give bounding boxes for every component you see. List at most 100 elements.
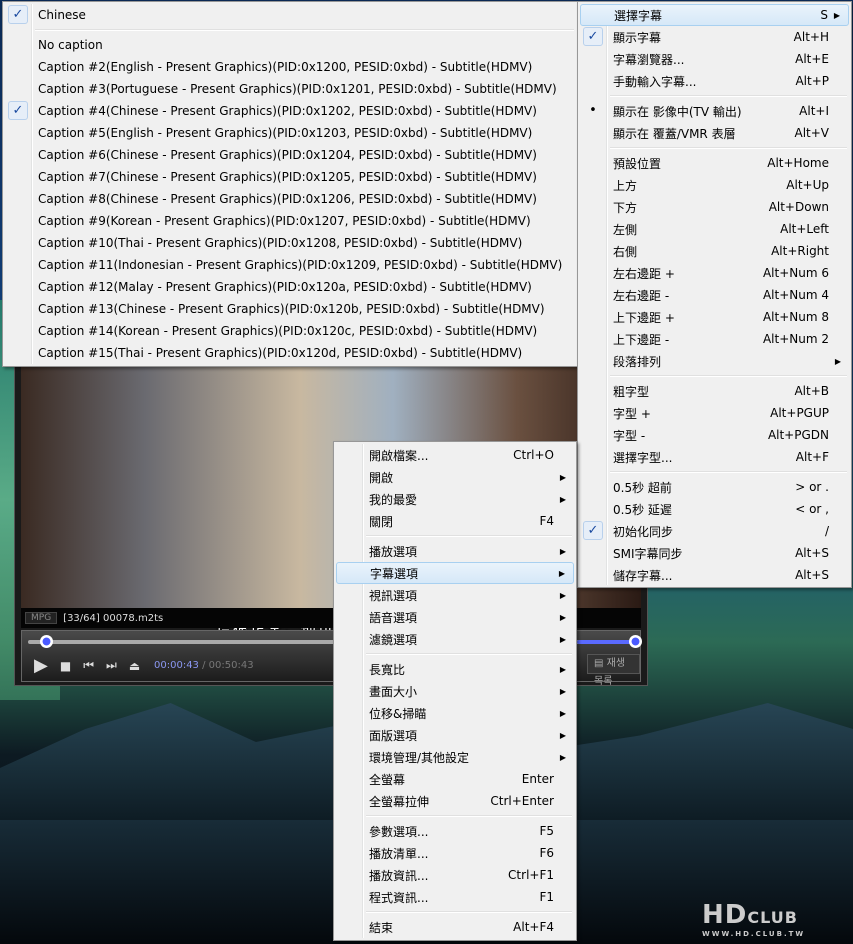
menu-separator xyxy=(336,532,574,540)
menu-item[interactable]: 上方 Alt+Up xyxy=(580,174,849,196)
menu-item-label: Caption #11(Indonesian - Present Graphic… xyxy=(38,258,563,272)
menu-item-shortcut: < or , xyxy=(795,502,829,516)
menu-item[interactable]: 右側 Alt+Right xyxy=(580,240,849,262)
menu-item[interactable]: 手動輸入字幕... Alt+P xyxy=(580,70,849,92)
menu-item[interactable]: Caption #2(English - Present Graphics)(P… xyxy=(5,56,576,78)
menu-item[interactable]: 播放清單... F6 xyxy=(336,842,574,864)
menu-item-label: Caption #15(Thai - Present Graphics)(PID… xyxy=(38,346,523,360)
menu-item[interactable]: 開啟 ▶ xyxy=(336,466,574,488)
menu-item[interactable]: Caption #13(Chinese - Present Graphics)(… xyxy=(5,298,576,320)
menu-item[interactable]: 選擇字幕 S ▶ xyxy=(580,4,849,26)
menu-item[interactable]: 畫面大小 ▶ xyxy=(336,680,574,702)
menu-item[interactable]: 左右邊距 - Alt+Num 4 xyxy=(580,284,849,306)
menu-item[interactable]: 下方 Alt+Down xyxy=(580,196,849,218)
menu-item[interactable]: Caption #12(Malay - Present Graphics)(PI… xyxy=(5,276,576,298)
eject-icon[interactable]: ⏏ xyxy=(129,659,140,673)
menu-item-label: Caption #10(Thai - Present Graphics)(PID… xyxy=(38,236,523,250)
menu-item[interactable]: ✓ Chinese xyxy=(5,4,576,26)
menu-item[interactable]: ✓ 初始化同步 / xyxy=(580,520,849,542)
menu-item[interactable]: Caption #6(Chinese - Present Graphics)(P… xyxy=(5,144,576,166)
menu-item[interactable]: 0.5秒 延遲 < or , xyxy=(580,498,849,520)
caption-select-menu: ✓ Chinese No caption Caption #2(English - P… xyxy=(2,1,579,367)
menu-item[interactable]: Caption #10(Thai - Present Graphics)(PID… xyxy=(5,232,576,254)
menu-item[interactable]: 左右邊距 + Alt+Num 6 xyxy=(580,262,849,284)
menu-item[interactable]: • 顯示在 影像中(TV 輸出) Alt+I xyxy=(580,100,849,122)
menu-item-label: Caption #5(English - Present Graphics)(P… xyxy=(38,126,533,140)
menu-item[interactable]: 段落排列 ▶ xyxy=(580,350,849,372)
menu-item-label: 0.5秒 延遲 xyxy=(613,502,672,517)
menu-item-label: 左右邊距 - xyxy=(613,288,670,303)
menu-item[interactable]: Caption #9(Korean - Present Graphics)(PI… xyxy=(5,210,576,232)
menu-item[interactable]: 播放資訊... Ctrl+F1 xyxy=(336,864,574,886)
menu-item-label: 左右邊距 + xyxy=(613,266,675,281)
submenu-arrow-icon: ▶ xyxy=(559,730,566,740)
menu-item[interactable]: 關閉 F4 xyxy=(336,510,574,532)
menu-item[interactable]: 開啟檔案... Ctrl+O xyxy=(336,444,574,466)
menu-item[interactable]: 顯示在 覆蓋/VMR 表層 Alt+V xyxy=(580,122,849,144)
menu-item[interactable]: 長寬比 ▶ xyxy=(336,658,574,680)
menu-item-label: 字型 - xyxy=(613,428,646,443)
menu-item-label: 播放資訊... xyxy=(369,868,429,883)
radio-dot-icon: • xyxy=(589,103,597,118)
menu-item[interactable]: 字幕選項 ▶ xyxy=(336,562,574,584)
seek-handle[interactable] xyxy=(40,635,53,648)
menu-item-label: 開啟檔案... xyxy=(369,448,429,463)
menu-item-shortcut: Alt+Home xyxy=(767,156,829,170)
menu-item-shortcut: Alt+Left xyxy=(780,222,829,236)
menu-item-shortcut: > or . xyxy=(795,480,829,494)
menu-item[interactable]: ✓ 顯示字幕 Alt+H xyxy=(580,26,849,48)
menu-item[interactable]: 面版選項 ▶ xyxy=(336,724,574,746)
time-separator: / xyxy=(202,660,206,671)
menu-item-label: 視訊選項 xyxy=(369,588,418,603)
menu-item[interactable]: Caption #5(English - Present Graphics)(P… xyxy=(5,122,576,144)
menu-item[interactable]: 0.5秒 超前 > or . xyxy=(580,476,849,498)
menu-item[interactable]: Caption #11(Indonesian - Present Graphic… xyxy=(5,254,576,276)
stop-icon[interactable]: ■ xyxy=(60,659,71,673)
menu-item[interactable]: 全螢幕 Enter xyxy=(336,768,574,790)
menu-item[interactable]: 選擇字型... Alt+F xyxy=(580,446,849,468)
menu-item[interactable]: 參數選項... F5 xyxy=(336,820,574,842)
menu-item[interactable]: Caption #8(Chinese - Present Graphics)(P… xyxy=(5,188,576,210)
menu-item[interactable]: 字幕瀏覽器... Alt+E xyxy=(580,48,849,70)
menu-item[interactable]: No caption xyxy=(5,34,576,56)
menu-item-label: 結束 xyxy=(369,920,394,935)
menu-separator xyxy=(5,26,576,34)
menu-item[interactable]: 字型 - Alt+PGDN xyxy=(580,424,849,446)
menu-item[interactable]: Caption #3(Portuguese - Present Graphics… xyxy=(5,78,576,100)
menu-item[interactable]: 左側 Alt+Left xyxy=(580,218,849,240)
menu-item[interactable]: 語音選項 ▶ xyxy=(336,606,574,628)
menu-item-shortcut: Alt+Num 2 xyxy=(762,332,829,346)
menu-item-label: Chinese xyxy=(38,8,86,22)
volume-handle[interactable] xyxy=(629,635,642,648)
menu-item[interactable]: 上下邊距 + Alt+Num 8 xyxy=(580,306,849,328)
menu-item[interactable]: ✓ Caption #4(Chinese - Present Graphics)(… xyxy=(5,100,576,122)
volume-slider[interactable] xyxy=(577,635,642,648)
menu-separator xyxy=(336,812,574,820)
menu-item[interactable]: 字型 + Alt+PGUP xyxy=(580,402,849,424)
menu-item[interactable]: 我的最愛 ▶ xyxy=(336,488,574,510)
submenu-arrow-icon: ▶ xyxy=(558,568,565,578)
menu-item[interactable]: 上下邊距 - Alt+Num 2 xyxy=(580,328,849,350)
menu-item[interactable]: 環境管理/其他設定 ▶ xyxy=(336,746,574,768)
playlist-button[interactable]: ▤ 재생목록 xyxy=(587,654,640,687)
next-icon[interactable]: ⏭ xyxy=(106,658,117,673)
play-icon[interactable]: ▶ xyxy=(34,655,48,676)
menu-item[interactable]: Caption #7(Chinese - Present Graphics)(P… xyxy=(5,166,576,188)
menu-item[interactable]: Caption #14(Korean - Present Graphics)(P… xyxy=(5,320,576,342)
menu-item[interactable]: 濾鏡選項 ▶ xyxy=(336,628,574,650)
menu-item[interactable]: 位移&掃瞄 ▶ xyxy=(336,702,574,724)
menu-item[interactable]: 程式資訊... F1 xyxy=(336,886,574,908)
menu-item-label: 顯示字幕 xyxy=(613,30,662,45)
menu-item[interactable]: SMI字幕同步 Alt+S xyxy=(580,542,849,564)
menu-item[interactable]: 全螢幕拉伸 Ctrl+Enter xyxy=(336,790,574,812)
menu-item-label: 上方 xyxy=(613,178,638,193)
playlist-icon: ▤ xyxy=(594,658,604,669)
menu-item[interactable]: Caption #15(Thai - Present Graphics)(PID… xyxy=(5,342,576,364)
menu-item[interactable]: 視訊選項 ▶ xyxy=(336,584,574,606)
menu-item[interactable]: 結束 Alt+F4 xyxy=(336,916,574,938)
menu-item[interactable]: 粗字型 Alt+B xyxy=(580,380,849,402)
menu-item[interactable]: 預設位置 Alt+Home xyxy=(580,152,849,174)
menu-item[interactable]: 儲存字幕... Alt+S xyxy=(580,564,849,586)
menu-item[interactable]: 播放選項 ▶ xyxy=(336,540,574,562)
previous-icon[interactable]: ⏮ xyxy=(83,658,94,673)
